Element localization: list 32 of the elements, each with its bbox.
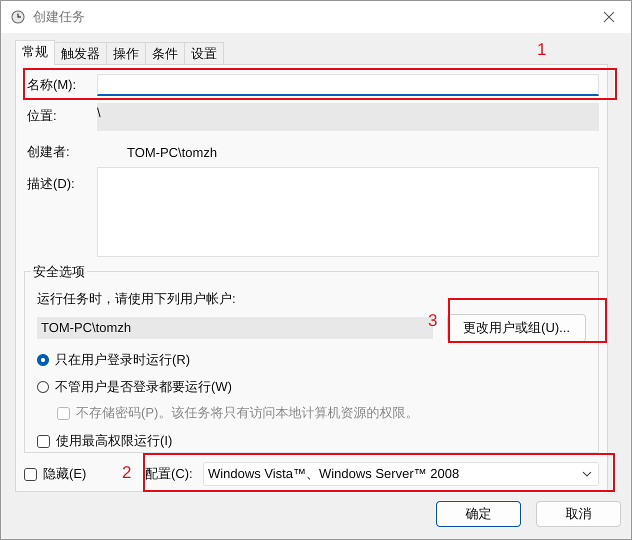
group-title: 安全选项 xyxy=(31,263,87,281)
checkbox[interactable] xyxy=(24,468,37,480)
option-label: 只在用户登录时运行(R) xyxy=(55,351,190,369)
account-prompt: 运行任务时，请使用下列用户帐户: xyxy=(37,290,237,308)
name-field[interactable] xyxy=(97,74,599,96)
location-field: \ xyxy=(97,103,599,131)
annotation-number: 2 xyxy=(122,464,132,482)
change-user-button[interactable]: 更改用户或组(U)... xyxy=(447,314,586,342)
window-title: 创建任务 xyxy=(33,8,86,26)
field-label: 描述(D): xyxy=(27,175,76,193)
field-label: 位置: xyxy=(27,107,58,125)
radio-button[interactable] xyxy=(37,381,49,393)
tab[interactable]: 常规 xyxy=(15,40,55,65)
option-label: 不存储密码(P)。该任务将只有访问本地计算机资源的权限。 xyxy=(76,404,418,422)
close-icon[interactable] xyxy=(603,11,615,23)
option-label: 隐藏(E) xyxy=(43,465,86,483)
option-label: 不管用户是否登录都要运行(W) xyxy=(55,378,232,396)
author-value: TOM-PC\tomzh xyxy=(127,144,218,160)
option-label: 使用最高权限运行(I) xyxy=(56,432,172,450)
tab[interactable]: 设置 xyxy=(184,42,224,64)
checkbox[interactable] xyxy=(37,434,50,448)
clock-icon xyxy=(11,10,25,24)
field-label: 名称(M): xyxy=(27,76,78,94)
configure-dropdown[interactable]: Windows Vista™、Windows Server™ 2008 xyxy=(203,462,599,486)
radio-button[interactable] xyxy=(37,354,49,366)
dialog-button[interactable]: 确定 xyxy=(436,501,521,527)
description-field[interactable] xyxy=(97,167,599,257)
field-label: 配置(C): xyxy=(145,465,194,483)
dialog-button[interactable]: 取消 xyxy=(536,501,621,527)
chevron-down-icon xyxy=(582,471,592,477)
annotation-number: 1 xyxy=(537,41,546,59)
field-label: 创建者: xyxy=(27,143,71,161)
